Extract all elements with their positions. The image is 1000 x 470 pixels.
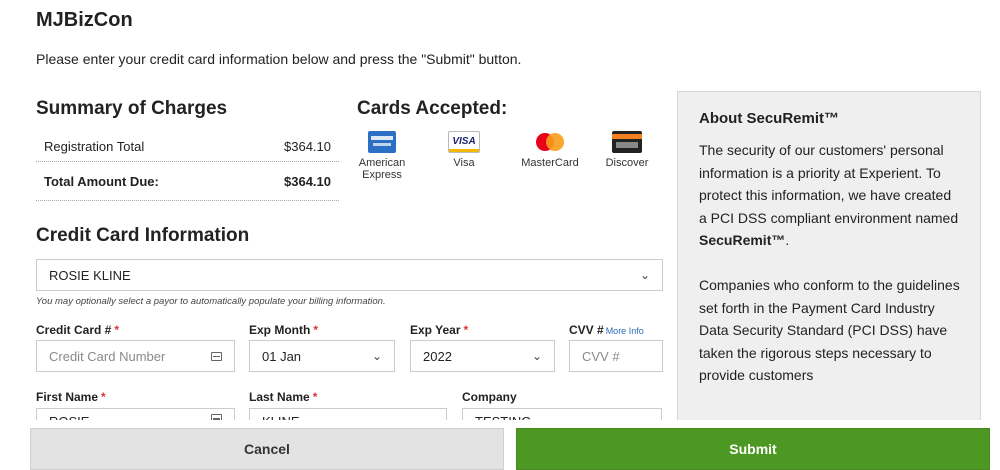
summary-row-amount: $364.10 — [284, 138, 331, 154]
cvv-placeholder: CVV # — [582, 348, 620, 364]
cards-accepted-list: American Express Visa MasterCard Discove… — [357, 131, 657, 191]
exp-month-select[interactable]: 01 Jan ⌄ — [249, 340, 395, 372]
mastercard-logo-icon — [532, 131, 568, 153]
sidebar-paragraph-end: . — [785, 232, 790, 249]
exp-month-label-text: Exp Month — [249, 323, 311, 337]
summary-row-amount: $364.10 — [284, 173, 331, 189]
exp-year-value: 2022 — [423, 348, 452, 364]
company-label-text: Company — [462, 390, 517, 404]
summary-title: Summary of Charges — [36, 98, 228, 119]
required-marker: * — [114, 323, 120, 337]
discover-logo-icon — [612, 131, 642, 153]
summary-row-label: Total Amount Due: — [44, 173, 159, 189]
summary-table: Registration Total $364.10 Total Amount … — [36, 131, 339, 201]
cvv-label: CVV # More Info — [569, 323, 644, 337]
card-number-label: Credit Card # * — [36, 323, 119, 337]
footer-bar: Cancel Submit — [0, 420, 1000, 470]
card-discover: Discover — [602, 131, 652, 169]
cvv-label-text: CVV # — [569, 323, 604, 337]
brand-title: MJBizCon — [36, 9, 133, 31]
card-label: American — [358, 157, 406, 169]
payor-select[interactable]: ROSIE KLINE ⌄ — [36, 259, 663, 291]
amex-logo-icon — [368, 131, 396, 153]
exp-month-label: Exp Month * — [249, 323, 318, 337]
cvv-input[interactable]: CVV # — [569, 340, 663, 372]
securemit-sidebar: About SecuRemit™ The security of our cus… — [677, 91, 981, 470]
last-name-label: Last Name * — [249, 390, 317, 404]
cards-accepted-title: Cards Accepted: — [357, 98, 508, 119]
card-number-placeholder: Credit Card Number — [49, 348, 166, 364]
chevron-down-icon: ⌄ — [371, 349, 382, 363]
required-marker: * — [313, 323, 318, 337]
chevron-down-icon: ⌄ — [531, 349, 542, 363]
required-marker: * — [101, 390, 106, 404]
sidebar-bold-name: SecuRemit™ — [699, 232, 786, 249]
payor-help-text: You may optionally select a payor to aut… — [36, 296, 386, 307]
payor-select-value: ROSIE KLINE — [49, 267, 131, 283]
required-marker: * — [463, 323, 469, 337]
submit-button[interactable]: Submit — [516, 428, 990, 470]
sidebar-paragraph-text: The security of our customers' personal … — [699, 142, 959, 226]
sidebar-paragraph: The security of our customers' personal … — [699, 139, 960, 252]
chevron-down-icon: ⌄ — [639, 268, 650, 282]
exp-year-select[interactable]: 2022 ⌄ — [410, 340, 555, 372]
exp-month-value: 01 Jan — [262, 348, 302, 364]
last-name-label-text: Last Name — [249, 390, 310, 404]
sidebar-title: About SecuRemit™ — [699, 110, 840, 127]
card-mastercard: MasterCard — [515, 131, 585, 169]
first-name-label-text: First Name — [36, 390, 99, 404]
cancel-button[interactable]: Cancel — [30, 428, 504, 470]
exp-year-label-text: Exp Year — [410, 323, 461, 337]
required-marker: * — [312, 390, 318, 404]
intro-text: Please enter your credit card informatio… — [36, 51, 522, 67]
summary-row-total: Total Amount Due: $364.10 — [36, 162, 339, 201]
card-number-input[interactable]: Credit Card Number — [36, 340, 235, 372]
credit-card-icon — [211, 351, 222, 361]
card-label: MasterCard — [521, 157, 579, 169]
first-name-label: First Name * — [36, 390, 106, 404]
card-label: Discover — [605, 157, 649, 169]
company-label: Company — [462, 390, 517, 404]
card-label: Visa — [453, 157, 475, 169]
exp-year-label: Exp Year * — [410, 323, 468, 337]
credit-card-info-title: Credit Card Information — [36, 225, 250, 246]
card-visa: Visa — [444, 131, 484, 169]
visa-logo-icon — [448, 131, 480, 153]
sidebar-paragraph-2: Companies who conform to the guidelines … — [699, 276, 960, 384]
card-number-label-text: Credit Card # — [36, 323, 112, 337]
summary-row-label: Registration Total — [44, 138, 145, 154]
card-american-express: American Express — [357, 131, 407, 181]
card-label: Express — [362, 169, 402, 181]
more-info-link[interactable]: More Info — [606, 326, 644, 336]
summary-row-registration: Registration Total $364.10 — [36, 131, 339, 162]
